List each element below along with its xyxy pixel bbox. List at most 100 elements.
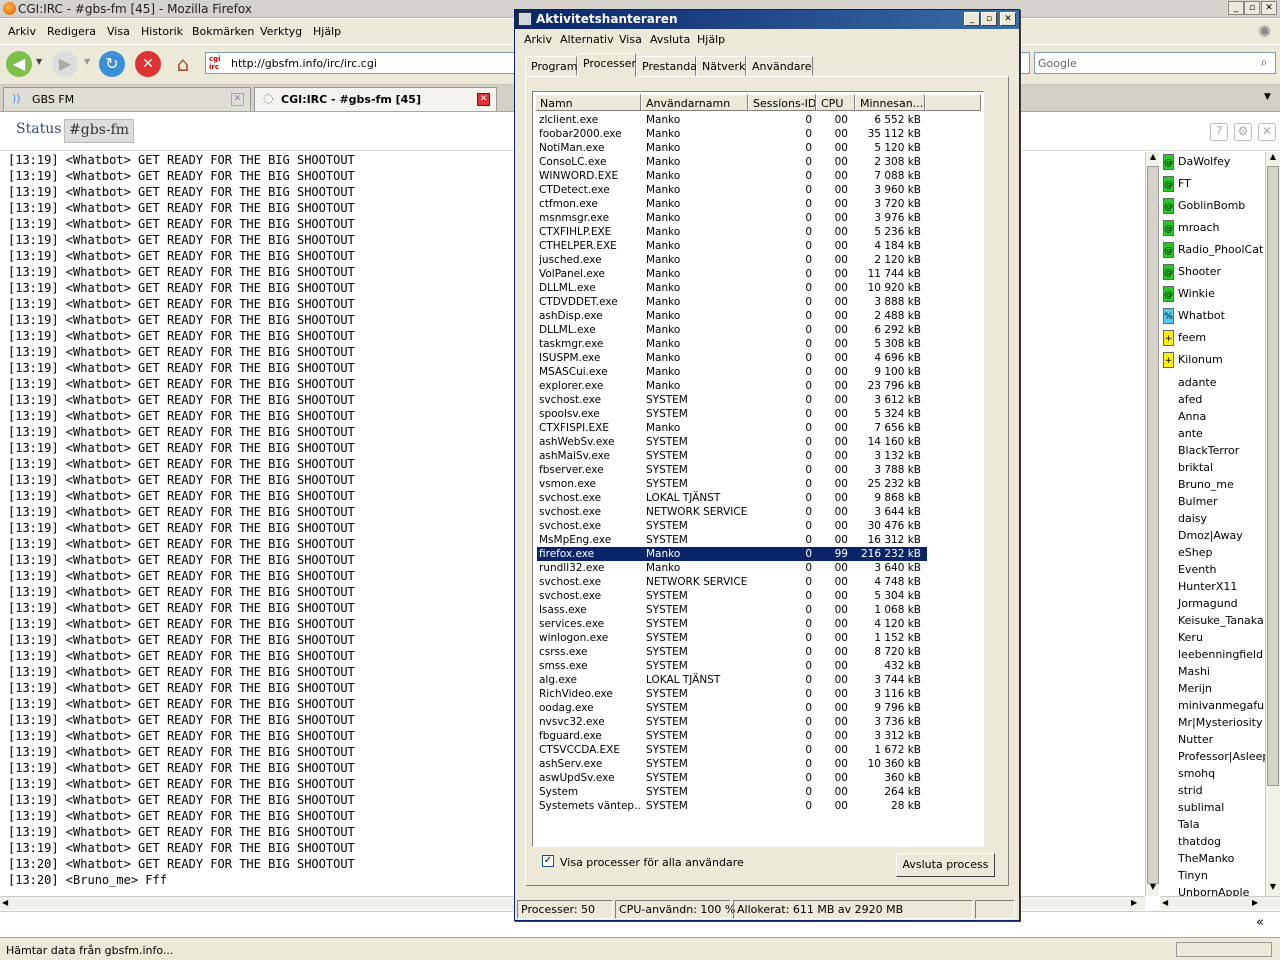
user-list-scrollbar[interactable]: ▲ ▼ [1265,152,1280,896]
process-row[interactable]: services.exe SYSTEM 0 00 4 120 kB [537,617,927,631]
process-row[interactable]: fbserver.exe SYSTEM 0 00 3 788 kB [537,463,927,477]
process-row[interactable]: foobar2000.exe Manko 0 00 35 112 kB [537,127,927,141]
process-row[interactable]: MSASCui.exe Manko 0 00 9 100 kB [537,365,927,379]
forward-button[interactable]: ▶ [52,51,78,77]
process-row[interactable]: ctfmon.exe Manko 0 00 3 720 kB [537,197,927,211]
user-nick[interactable]: DaWolfey [1178,155,1230,168]
minimize-button[interactable]: _ [1228,1,1244,15]
process-row[interactable]: CTXFIHLP.EXE Manko 0 00 5 236 kB [537,225,927,239]
scroll-down-icon[interactable]: ▼ [1267,882,1279,896]
user-nick[interactable]: Eventh [1178,563,1216,576]
scroll-up-icon[interactable]: ▲ [1267,152,1279,166]
url-text[interactable]: http://gbsfm.info/irc/irc.cgi [231,57,377,70]
user-nick[interactable]: Merijn [1178,682,1212,695]
user-nick[interactable]: GoblinBomb [1178,199,1245,212]
user-nick[interactable]: Tala [1178,818,1199,831]
process-row[interactable]: rundll32.exe Manko 0 00 3 640 kB [537,561,927,575]
process-row[interactable]: CTDVDDET.exe Manko 0 00 3 888 kB [537,295,927,309]
process-row[interactable]: VolPanel.exe Manko 0 00 11 744 kB [537,267,927,281]
process-row[interactable]: aswUpdSv.exe SYSTEM 0 00 360 kB [537,771,927,785]
process-row[interactable]: DLLML.exe Manko 0 00 6 292 kB [537,323,927,337]
user-nick[interactable]: Anna [1178,410,1206,423]
user-nick[interactable]: sublimal [1178,801,1224,814]
scroll-right-icon[interactable]: ▶ [1252,898,1258,907]
menu-visa[interactable]: Visa [107,25,130,38]
process-row[interactable]: svchost.exe SYSTEM 0 00 3 612 kB [537,393,927,407]
menu-hjalp[interactable]: Hjälp [313,25,341,38]
user-nick[interactable]: Keru [1178,631,1203,644]
search-box[interactable]: Google ⌕ [1034,52,1276,74]
menu-redigera[interactable]: Redigera [47,25,96,38]
process-row[interactable]: svchost.exe NETWORK SERVICE 0 00 3 644 kB [537,505,927,519]
process-row[interactable]: zlclient.exe Manko 0 00 6 552 kB [537,113,927,127]
menu-alternativ[interactable]: Alternativ [560,33,614,46]
chat-scrollbar[interactable]: ▲ ▼ [1145,152,1159,896]
user-nick[interactable]: Bulmer [1178,495,1218,508]
status-resize-grip[interactable] [975,900,1015,919]
user-nick[interactable]: Mr|Mysteriosity [1178,716,1262,729]
process-row[interactable]: lsass.exe SYSTEM 0 00 1 068 kB [537,603,927,617]
process-row[interactable]: DLLML.exe Manko 0 00 10 920 kB [537,281,927,295]
process-row[interactable]: oodag.exe SYSTEM 0 00 9 796 kB [537,701,927,715]
menu-arkiv[interactable]: Arkiv [524,33,552,46]
user-nick[interactable]: daisy [1178,512,1207,525]
search-icon[interactable]: ⌕ [1255,55,1273,71]
process-row[interactable]: svchost.exe LOKAL TJÄNST 0 00 9 868 kB [537,491,927,505]
column-header-user[interactable]: Användarnamn [641,94,748,111]
process-row[interactable]: msnmsgr.exe Manko 0 00 3 976 kB [537,211,927,225]
user-nick[interactable]: adante [1178,376,1217,389]
user-nick[interactable]: Mashi [1178,665,1210,678]
scroll-right-icon[interactable]: ▶ [1131,898,1137,907]
tab-gbs-fm[interactable]: )) GBS FM ✕ [3,87,251,111]
user-nick[interactable]: Shooter [1178,265,1221,278]
irc-tab-gbs-fm[interactable]: #gbs-fm [64,119,135,143]
process-row[interactable]: MsMpEng.exe SYSTEM 0 00 16 312 kB [537,533,927,547]
process-row[interactable]: ashDisp.exe Manko 0 00 2 488 kB [537,309,927,323]
user-nick[interactable]: strid [1178,784,1203,797]
menu-historik[interactable]: Historik [141,25,183,38]
process-row[interactable]: RichVideo.exe SYSTEM 0 00 3 116 kB [537,687,927,701]
user-list-horizontal-scrollbar[interactable]: ◀ ▶ [1160,896,1280,910]
menu-avsluta[interactable]: Avsluta [650,33,690,46]
tab-processer[interactable]: Processer [577,53,636,77]
tab-prestanda[interactable]: Prestanda [636,56,697,76]
scroll-up-icon[interactable]: ▲ [1147,152,1159,166]
process-row[interactable]: System SYSTEM 0 00 264 kB [537,785,927,799]
process-row[interactable]: CTHELPER.EXE Manko 0 00 4 184 kB [537,239,927,253]
process-row[interactable]: firefox.exe Manko 0 99 216 232 kB [537,547,927,561]
menu-hjalp[interactable]: Hjälp [697,33,725,46]
process-row[interactable]: explorer.exe Manko 0 00 23 796 kB [537,379,927,393]
user-nick[interactable]: Kilonum [1178,353,1223,366]
process-row[interactable]: ashWebSv.exe SYSTEM 0 00 14 160 kB [537,435,927,449]
maximize-button[interactable]: ▫ [981,12,997,26]
process-row[interactable]: CTXFISPI.EXE Manko 0 00 7 656 kB [537,421,927,435]
menu-visa[interactable]: Visa [619,33,642,46]
user-nick[interactable]: leebenningfield [1178,648,1263,661]
process-row[interactable]: ashMaiSv.exe SYSTEM 0 00 3 132 kB [537,449,927,463]
user-nick[interactable]: ante [1178,427,1203,440]
user-nick[interactable]: UnbornApple [1178,886,1249,896]
user-nick[interactable]: Keisuke_Tanaka [1178,614,1264,627]
menu-verktyg[interactable]: Verktyg [260,25,302,38]
close-button[interactable]: ✕ [1000,12,1016,26]
user-nick[interactable]: HunterX11 [1178,580,1237,593]
tab-anvandare[interactable]: Användare [746,56,813,76]
show-all-processes-label[interactable]: Visa processer för alla användare [560,856,744,869]
user-nick[interactable]: feem [1178,331,1206,344]
user-nick[interactable]: mroach [1178,221,1220,234]
tab-list-icon[interactable]: ▼ [1264,92,1271,102]
user-nick[interactable]: smohq [1178,767,1215,780]
process-row[interactable]: csrss.exe SYSTEM 0 00 8 720 kB [537,645,927,659]
process-row[interactable]: vsmon.exe SYSTEM 0 00 25 232 kB [537,477,927,491]
tab-natverk[interactable]: Nätverk [696,56,746,76]
process-row[interactable]: Systemets väntep... SYSTEM 0 00 28 kB [537,799,927,813]
process-row[interactable]: NotiMan.exe Manko 0 00 5 120 kB [537,141,927,155]
column-header-cpu[interactable]: CPU [816,94,855,111]
user-nick[interactable]: briktal [1178,461,1213,474]
process-row[interactable]: svchost.exe SYSTEM 0 00 30 476 kB [537,519,927,533]
scroll-thumb[interactable] [1267,166,1279,786]
minimize-button[interactable]: _ [964,12,980,26]
reload-button[interactable]: ↻ [99,51,125,77]
process-row[interactable]: ashServ.exe SYSTEM 0 00 10 360 kB [537,757,927,771]
menu-bokmarken[interactable]: Bokmärken [192,25,254,38]
